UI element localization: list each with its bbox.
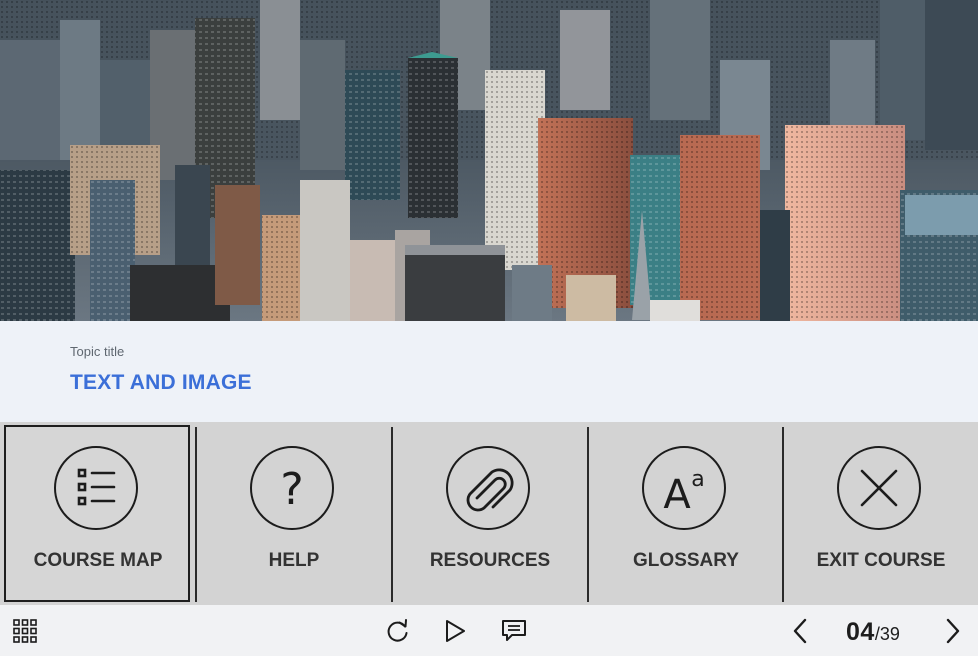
city-skyline-illustration xyxy=(0,0,978,321)
resources-button[interactable]: RESOURCES xyxy=(393,422,587,605)
course-map-button[interactable]: COURSE MAP xyxy=(0,422,196,605)
help-label: HELP xyxy=(268,550,320,571)
grid-menu-icon[interactable] xyxy=(13,619,37,643)
play-icon[interactable] xyxy=(443,618,467,644)
total-pages: /39 xyxy=(874,624,900,644)
page-counter: 04/39 xyxy=(846,618,900,646)
svg-text:a: a xyxy=(691,467,704,492)
question-mark-icon: ? xyxy=(250,446,334,530)
svg-text:?: ? xyxy=(280,464,303,515)
course-map-label: COURSE MAP xyxy=(33,550,163,571)
topic-title-band: Topic title TEXT AND IMAGE xyxy=(0,321,978,422)
exit-course-label: EXIT COURSE xyxy=(816,550,946,571)
topic-label: Topic title xyxy=(70,344,125,359)
hero-image xyxy=(0,0,978,321)
resources-label: RESOURCES xyxy=(429,550,551,571)
chevron-right-icon[interactable] xyxy=(942,617,964,645)
bottom-nav-bar: 04/39 xyxy=(0,605,978,656)
course-menu-panel: COURSE MAP ? HELP RESOURCES A a GLOSSARY xyxy=(0,422,978,605)
paperclip-icon xyxy=(446,446,530,530)
course-map-list-icon xyxy=(54,446,138,530)
glossary-aa-icon: A a xyxy=(642,446,726,530)
chevron-left-icon[interactable] xyxy=(789,617,811,645)
close-x-icon xyxy=(837,446,921,530)
glossary-button[interactable]: A a GLOSSARY xyxy=(589,422,783,605)
exit-course-button[interactable]: EXIT COURSE xyxy=(784,422,978,605)
transcript-icon[interactable] xyxy=(501,619,527,643)
topic-title: TEXT AND IMAGE xyxy=(70,371,252,394)
help-button[interactable]: ? HELP xyxy=(197,422,391,605)
replay-icon[interactable] xyxy=(385,618,411,644)
glossary-label: GLOSSARY xyxy=(633,550,739,571)
svg-text:A: A xyxy=(663,472,691,518)
current-page: 04 xyxy=(846,618,875,646)
